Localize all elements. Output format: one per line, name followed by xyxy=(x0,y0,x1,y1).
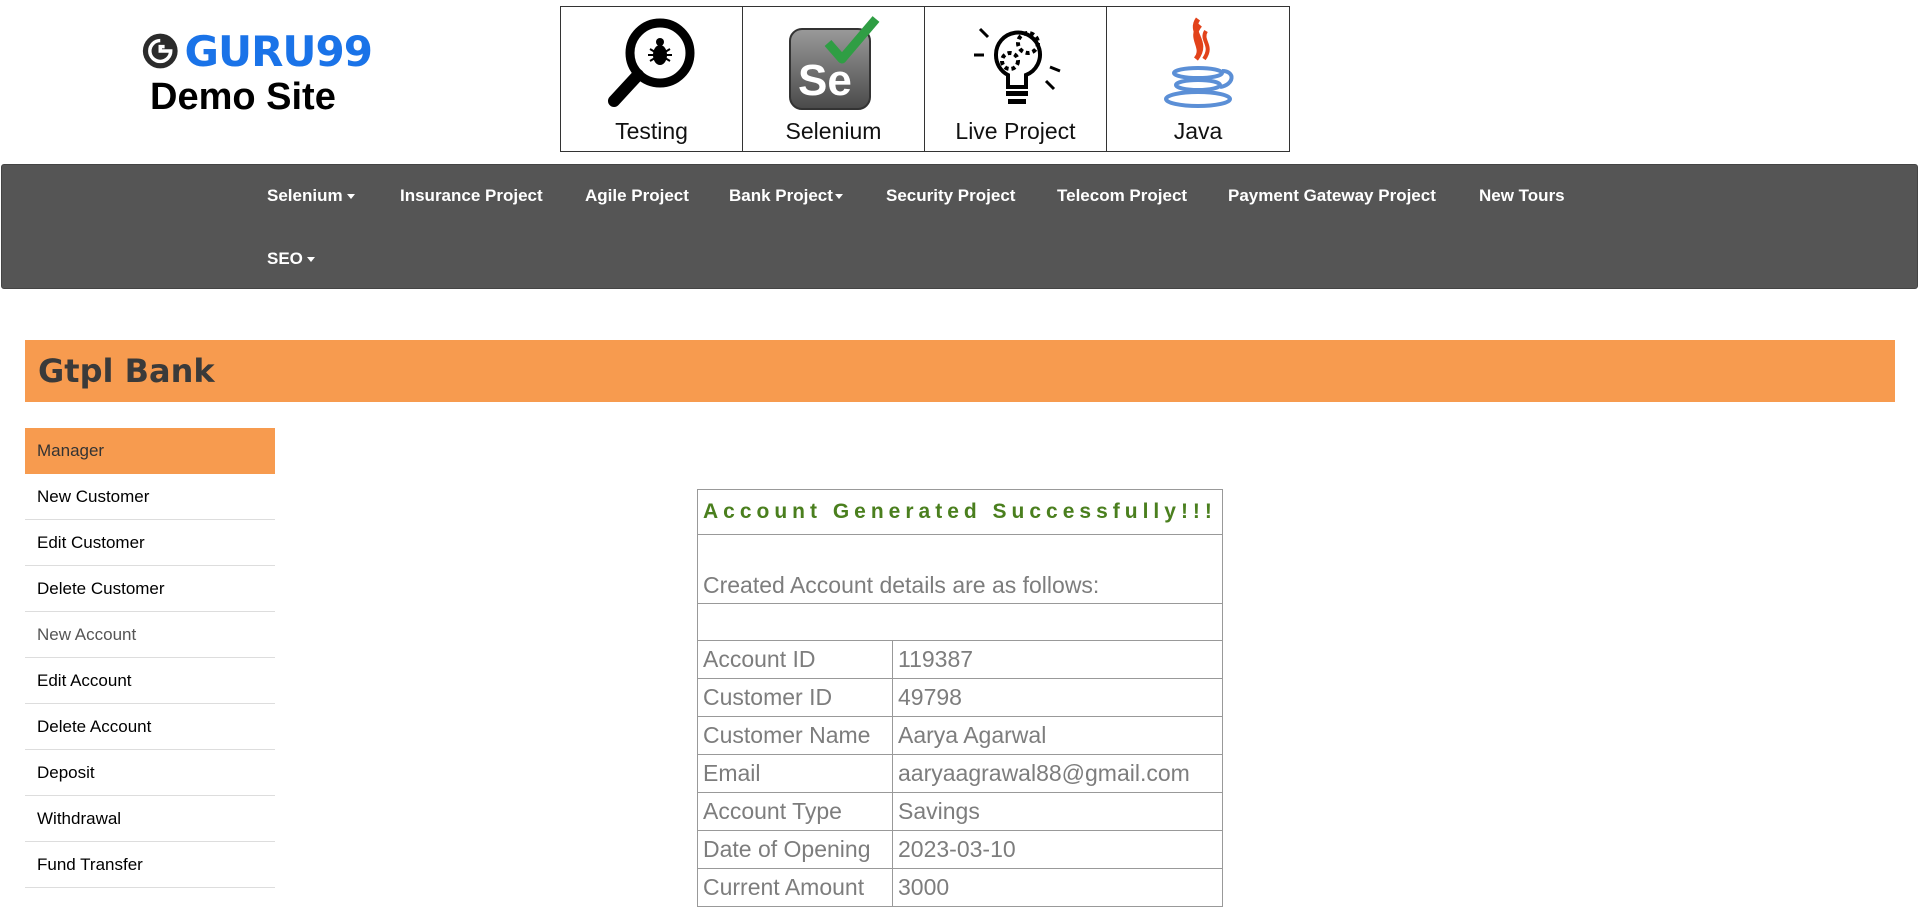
nav-agile-project[interactable]: Agile Project xyxy=(585,186,689,206)
account-details-heading: Created Account details are as follows: xyxy=(697,534,1223,604)
site-subtitle: Demo Site xyxy=(150,76,336,118)
tile-label-live-project: Live Project xyxy=(955,118,1076,144)
nav-telecom-project[interactable]: Telecom Project xyxy=(1057,186,1187,206)
email-label: Email xyxy=(697,754,893,793)
table-row: Current Amount 3000 xyxy=(697,868,1223,907)
nav-seo[interactable]: SEO xyxy=(267,249,315,269)
nav-security-project[interactable]: Security Project xyxy=(886,186,1015,206)
customer-name-value: Aarya Agarwal xyxy=(892,716,1223,755)
table-row: Date of Opening 2023-03-10 xyxy=(697,830,1223,869)
account-type-label: Account Type xyxy=(697,792,893,831)
java-icon xyxy=(1164,17,1234,108)
bank-title: Gtpl Bank xyxy=(38,352,215,390)
svg-text:Se: Se xyxy=(798,56,852,105)
tile-java[interactable]: Java xyxy=(1107,7,1289,151)
sidebar-item-delete-customer[interactable]: Delete Customer xyxy=(25,566,275,612)
sidebar-item-deposit[interactable]: Deposit xyxy=(25,750,275,796)
sidebar-item-edit-account[interactable]: Edit Account xyxy=(25,658,275,704)
nav-selenium[interactable]: Selenium xyxy=(267,186,355,206)
date-of-opening-label: Date of Opening xyxy=(697,830,893,869)
account-details-table: Account Generated Successfully!!! Create… xyxy=(697,489,1223,907)
customer-id-value: 49798 xyxy=(892,678,1223,717)
tile-live-project[interactable]: Live Project xyxy=(925,7,1107,151)
nav-bank-project-label: Bank Project xyxy=(729,186,833,205)
sidebar-menu: Manager New Customer Edit Customer Delet… xyxy=(25,428,275,888)
account-id-label: Account ID xyxy=(697,640,893,679)
account-id-value: 119387 xyxy=(892,640,1223,679)
current-amount-label: Current Amount xyxy=(697,868,893,907)
selenium-icon: Se xyxy=(788,16,879,110)
sidebar-item-withdrawal[interactable]: Withdrawal xyxy=(25,796,275,842)
success-message: Account Generated Successfully!!! xyxy=(697,489,1223,535)
blank-row xyxy=(697,603,1223,641)
nav-selenium-label: Selenium xyxy=(267,186,343,205)
sidebar-item-new-account[interactable]: New Account xyxy=(25,612,275,658)
bank-header: Gtpl Bank xyxy=(25,340,1895,402)
date-of-opening-value: 2023-03-10 xyxy=(892,830,1223,869)
sidebar-item-edit-customer[interactable]: Edit Customer xyxy=(25,520,275,566)
logo-text: GURU99 xyxy=(184,26,373,76)
caret-down-icon xyxy=(306,257,315,263)
caret-down-icon xyxy=(834,194,843,200)
nav-new-tours[interactable]: New Tours xyxy=(1479,186,1565,206)
nav-seo-label: SEO xyxy=(267,249,303,268)
current-amount-value: 3000 xyxy=(892,868,1223,907)
sidebar-item-delete-account[interactable]: Delete Account xyxy=(25,704,275,750)
customer-name-label: Customer Name xyxy=(697,716,893,755)
tile-label-java: Java xyxy=(1173,118,1223,144)
sidebar-item-fund-transfer[interactable]: Fund Transfer xyxy=(25,842,275,888)
guru99-logo[interactable]: GURU99 xyxy=(142,26,373,76)
caret-down-icon xyxy=(346,194,355,200)
magnifier-bug-icon xyxy=(607,18,694,107)
email-value: aaryaagrawal88@gmail.com xyxy=(892,754,1223,793)
tile-label-testing: Testing xyxy=(615,118,688,144)
table-row: Account ID 119387 xyxy=(697,640,1223,679)
table-row: Customer Name Aarya Agarwal xyxy=(697,716,1223,755)
nav-payment-gateway-project[interactable]: Payment Gateway Project xyxy=(1228,186,1436,206)
tile-selenium[interactable]: Se Selenium xyxy=(743,7,925,151)
nav-bank-project[interactable]: Bank Project xyxy=(729,186,843,206)
table-row: Email aaryaagrawal88@gmail.com xyxy=(697,754,1223,793)
sidebar-item-manager[interactable]: Manager xyxy=(25,428,275,474)
nav-insurance-project[interactable]: Insurance Project xyxy=(400,186,543,206)
table-row: Customer ID 49798 xyxy=(697,678,1223,717)
main-navbar: Selenium Insurance Project Agile Project… xyxy=(1,164,1918,289)
guru99-logo-icon xyxy=(142,33,178,69)
table-row: Account Type Savings xyxy=(697,792,1223,831)
lightbulb-gears-icon xyxy=(973,27,1061,104)
tile-testing[interactable]: Testing xyxy=(561,7,743,151)
tile-label-selenium: Selenium xyxy=(785,118,882,144)
sidebar-item-new-customer[interactable]: New Customer xyxy=(25,474,275,520)
account-type-value: Savings xyxy=(892,792,1223,831)
course-tiles: Testing Se Selenium Live Project Java xyxy=(560,6,1290,152)
customer-id-label: Customer ID xyxy=(697,678,893,717)
